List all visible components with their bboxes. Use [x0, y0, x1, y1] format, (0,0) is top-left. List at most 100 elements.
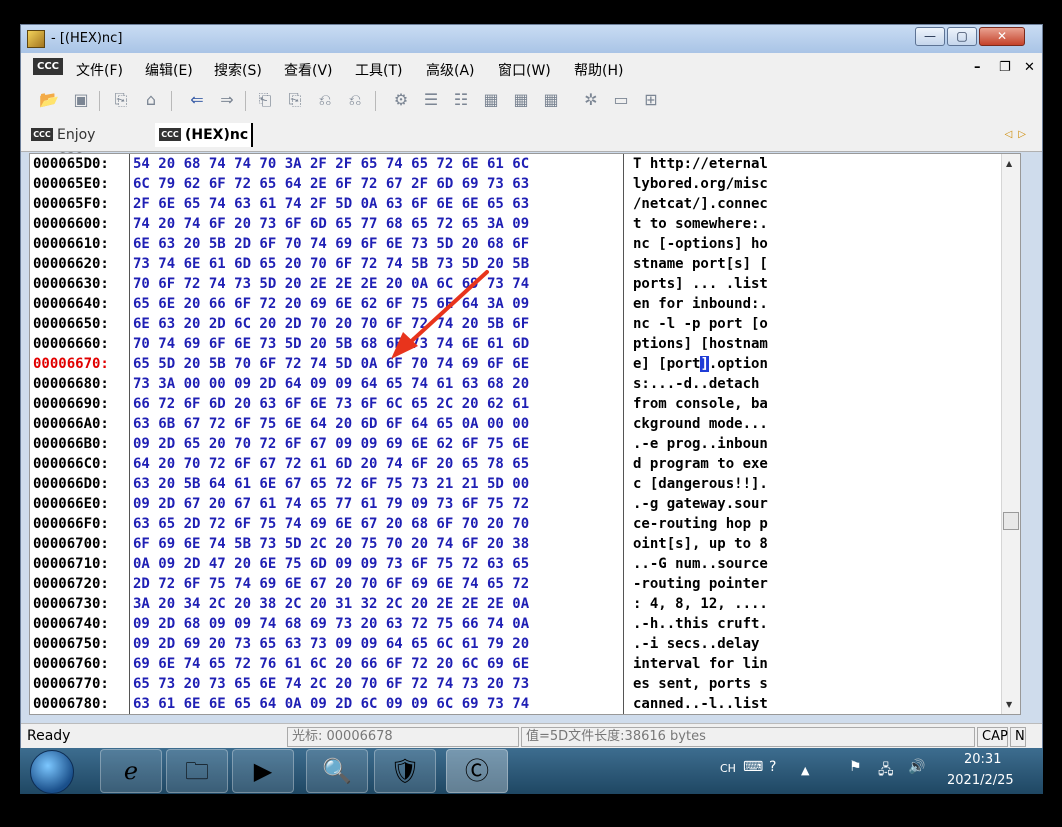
keyboard-icon[interactable]: ⌨: [743, 759, 763, 775]
c32asm-icon[interactable]: Ⓒ: [446, 749, 508, 793]
vertical-scrollbar[interactable]: ▲ ▼: [1001, 154, 1020, 714]
menu-search[interactable]: 搜索(S): [214, 60, 262, 80]
paste-icon[interactable]: ⌂: [141, 90, 161, 110]
help-icon[interactable]: ?: [769, 759, 776, 775]
forward-arrow-icon[interactable]: ⇒: [217, 90, 237, 110]
search-icon[interactable]: 🔍: [306, 749, 368, 793]
list2-icon[interactable]: ☷: [451, 90, 471, 110]
menu-advanced[interactable]: 高级(A): [426, 60, 475, 80]
hex-row-bytes[interactable]: 0A 09 2D 47 20 6E 75 6D 09 09 73 6F 75 7…: [133, 554, 603, 574]
scroll-up-arrow-icon[interactable]: ▲: [1006, 159, 1012, 168]
menu-help[interactable]: 帮助(H): [574, 60, 623, 80]
hex-row-ascii[interactable]: .-e prog..inboun: [633, 434, 813, 454]
hex-row-ascii[interactable]: ports] ... .list: [633, 274, 813, 294]
mdi-restore-button[interactable]: ❐: [999, 60, 1011, 75]
minimize-button[interactable]: —: [915, 27, 945, 46]
hex-row-bytes[interactable]: 54 20 68 74 74 70 3A 2F 2F 65 74 65 72 6…: [133, 154, 603, 174]
copy-icon[interactable]: ⎘: [111, 90, 131, 110]
menu-edit[interactable]: 编辑(E): [145, 60, 193, 80]
hex-row-ascii[interactable]: .-i secs..delay: [633, 634, 813, 654]
close-button[interactable]: ✕: [979, 27, 1025, 46]
clock-time[interactable]: 20:31: [964, 752, 1001, 767]
save-icon[interactable]: ▣: [71, 90, 91, 110]
hex-row-bytes[interactable]: 69 6E 74 65 72 76 61 6C 20 66 6F 72 20 6…: [133, 654, 603, 674]
hex-row-ascii[interactable]: ce-routing hop p: [633, 514, 813, 534]
hex-row-bytes[interactable]: 09 2D 69 20 73 65 63 73 09 09 64 65 6C 6…: [133, 634, 603, 654]
mdi-close-button[interactable]: ✕: [1024, 60, 1035, 75]
hex-row-bytes[interactable]: 6F 69 6E 74 5B 73 5D 2C 20 75 70 20 74 6…: [133, 534, 603, 554]
back-arrow-icon[interactable]: ⇐: [187, 90, 207, 110]
hex-row-ascii[interactable]: T http://eternal: [633, 154, 813, 174]
hex-row-ascii[interactable]: /netcat/].connec: [633, 194, 813, 214]
hex-row-bytes[interactable]: 2D 72 6F 75 74 69 6E 67 20 70 6F 69 6E 7…: [133, 574, 603, 594]
hex-row-bytes[interactable]: 09 2D 68 09 09 74 68 69 73 20 63 72 75 6…: [133, 614, 603, 634]
hex-row-ascii[interactable]: .-g gateway.sour: [633, 494, 813, 514]
hex-row-ascii[interactable]: : 4, 8, 12, ....: [633, 594, 813, 614]
doc3-icon[interactable]: ⎌: [315, 90, 335, 110]
hex-row-ascii[interactable]: interval for lin: [633, 654, 813, 674]
tab-hex-nc[interactable]: CCC (HEX)nc: [155, 123, 253, 147]
volume-icon[interactable]: 🔊: [908, 759, 925, 775]
hex-row-bytes[interactable]: 70 74 69 6F 6E 73 5D 20 5B 68 6F 73 74 6…: [133, 334, 603, 354]
hex-row-bytes[interactable]: 63 6B 67 72 6F 75 6E 64 20 6D 6F 64 65 0…: [133, 414, 603, 434]
hex-row-bytes[interactable]: 74 20 74 6F 20 73 6F 6D 65 77 68 65 72 6…: [133, 214, 603, 234]
hex-row-ascii[interactable]: ptions] [hostnam: [633, 334, 813, 354]
mdi-doc-icon[interactable]: CCC: [33, 58, 63, 75]
hex-row-bytes[interactable]: 64 20 70 72 6F 67 72 61 6D 20 74 6F 20 6…: [133, 454, 603, 474]
flag-icon[interactable]: ⚑: [849, 759, 862, 775]
hex-row-bytes[interactable]: 66 72 6F 6D 20 63 6F 6E 73 6F 6C 65 2C 2…: [133, 394, 603, 414]
hex-row-ascii[interactable]: -routing pointer: [633, 574, 813, 594]
scroll-down-arrow-icon[interactable]: ▼: [1006, 700, 1012, 709]
open-folder-icon[interactable]: 📂: [39, 90, 59, 110]
hex-row-ascii[interactable]: from console, ba: [633, 394, 813, 414]
hex-row-bytes[interactable]: 73 74 6E 61 6D 65 20 70 6F 72 74 5B 73 5…: [133, 254, 603, 274]
hex-row-ascii[interactable]: d program to exe: [633, 454, 813, 474]
hex-row-ascii[interactable]: stname port[s] [: [633, 254, 813, 274]
hex-row-bytes[interactable]: 3A 20 34 2C 20 38 2C 20 31 32 2C 20 2E 2…: [133, 594, 603, 614]
hex-row-ascii[interactable]: t to somewhere:.: [633, 214, 813, 234]
hex-row-ascii[interactable]: .-h..this cruft.: [633, 614, 813, 634]
tray-lang[interactable]: CH: [720, 762, 736, 775]
hex-row-ascii[interactable]: c [dangerous!!].: [633, 474, 813, 494]
tray-expand-icon[interactable]: ▲: [801, 764, 809, 777]
ie-icon[interactable]: ℯ: [100, 749, 162, 793]
hex-row-bytes[interactable]: 65 5D 20 5B 70 6F 72 74 5D 0A 6F 70 74 6…: [133, 354, 603, 374]
doc4-icon[interactable]: ⎌: [345, 90, 365, 110]
hex-row-ascii[interactable]: nc -l -p port [o: [633, 314, 813, 334]
grid-icon[interactable]: ▦: [481, 90, 501, 110]
hex-row-bytes[interactable]: 63 65 2D 72 6F 75 74 69 6E 67 20 68 6F 7…: [133, 514, 603, 534]
menu-tools[interactable]: 工具(T): [355, 60, 402, 80]
menu-window[interactable]: 窗口(W): [498, 60, 551, 80]
tab-scroll-arrows[interactable]: ◁▷: [1005, 129, 1032, 140]
settings-icon[interactable]: ⚙: [391, 90, 411, 110]
hex-row-bytes[interactable]: 2F 6E 65 74 63 61 74 2F 5D 0A 63 6F 6E 6…: [133, 194, 603, 214]
doc2-icon[interactable]: ⎘: [285, 90, 305, 110]
grid3-icon[interactable]: ▦: [541, 90, 561, 110]
hex-row-bytes[interactable]: 65 6E 20 66 6F 72 20 69 6E 62 6F 75 6E 6…: [133, 294, 603, 314]
tab-enjoy-c32asm[interactable]: CCC Enjoy C32asm: [27, 123, 155, 167]
hex-row-bytes[interactable]: 6E 63 20 2D 6C 20 2D 70 20 70 6F 72 74 2…: [133, 314, 603, 334]
start-button[interactable]: [30, 750, 74, 794]
menu-view[interactable]: 查看(V): [284, 60, 333, 80]
hex-row-bytes[interactable]: 09 2D 65 20 70 72 6F 67 09 09 69 6E 62 6…: [133, 434, 603, 454]
hex-row-ascii[interactable]: oint[s], up to 8: [633, 534, 813, 554]
list-icon[interactable]: ☰: [421, 90, 441, 110]
menu-file[interactable]: 文件(F): [76, 60, 123, 80]
hex-row-bytes[interactable]: 73 3A 00 00 09 2D 64 09 09 64 65 74 61 6…: [133, 374, 603, 394]
network-icon[interactable]: 🖧: [878, 759, 894, 783]
hex-view[interactable]: 000065D0: 000065E0: 000065F0: 00006600: 0000…: [29, 153, 1021, 715]
doc-icon[interactable]: ⎗: [255, 90, 275, 110]
hex-row-ascii[interactable]: ..-G num..source: [633, 554, 813, 574]
title-bar[interactable]: - [(HEX)nc] — ▢ ✕: [21, 25, 1042, 53]
maximize-button[interactable]: ▢: [947, 27, 977, 46]
hex-row-bytes[interactable]: 65 73 20 73 65 6E 74 2C 20 70 6F 72 74 7…: [133, 674, 603, 694]
hex-column[interactable]: 54 20 68 74 74 70 3A 2F 2F 65 74 65 72 6…: [133, 154, 603, 714]
hex-row-ascii[interactable]: s:...-d..detach: [633, 374, 813, 394]
hex-row-bytes[interactable]: 70 6F 72 74 73 5D 20 2E 2E 2E 20 0A 6C 6…: [133, 274, 603, 294]
hex-row-ascii[interactable]: nc [-options] ho: [633, 234, 813, 254]
tool-icon[interactable]: ✲: [581, 90, 601, 110]
hex-row-ascii[interactable]: e] [port].option: [633, 354, 813, 374]
hex-row-bytes[interactable]: 09 2D 67 20 67 61 74 65 77 61 79 09 73 6…: [133, 494, 603, 514]
ascii-column[interactable]: T http://eternal lybored.org/misc/netcat/…: [633, 154, 813, 714]
media-player-icon[interactable]: ▶: [232, 749, 294, 793]
